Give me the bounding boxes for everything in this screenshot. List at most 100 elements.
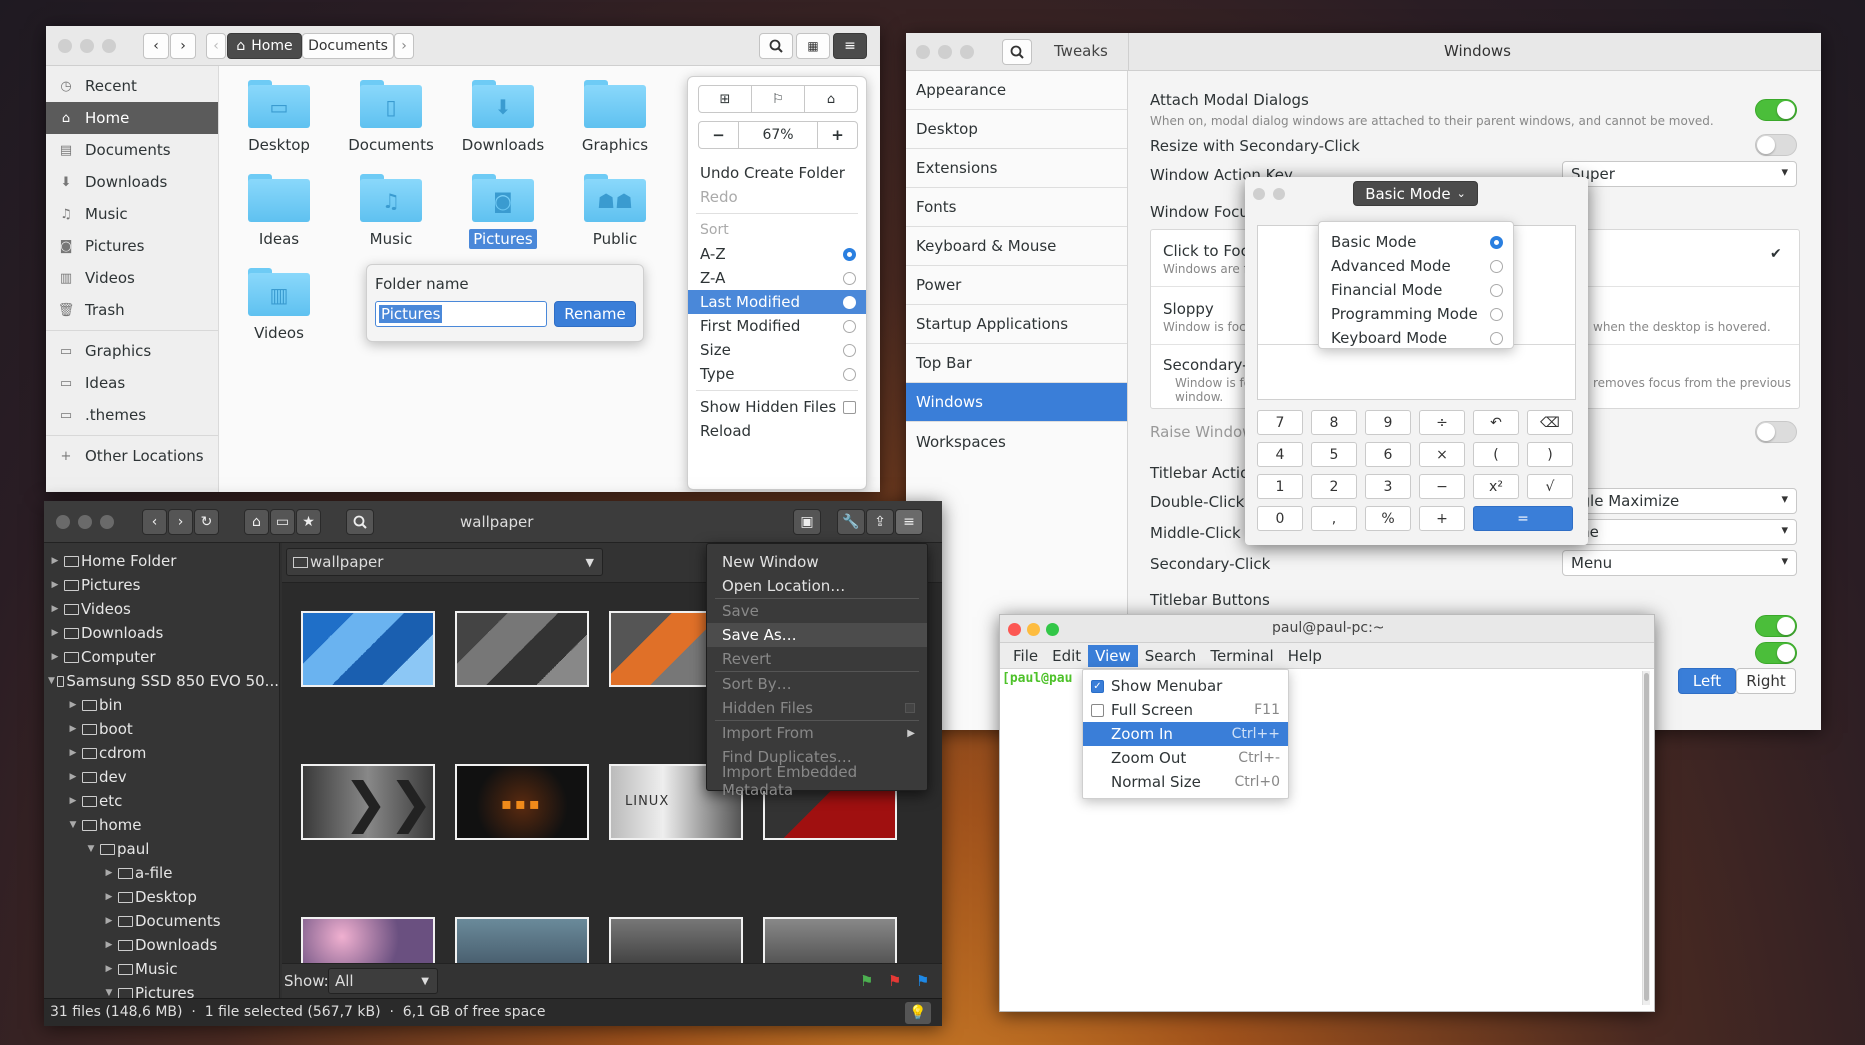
tree-item-dev[interactable]: ▶ dev bbox=[44, 765, 279, 789]
thumbnail[interactable] bbox=[455, 611, 589, 687]
calc-key-seven[interactable]: 7 bbox=[1257, 410, 1303, 435]
tree-item-paul[interactable]: ▼ paul bbox=[44, 837, 279, 861]
rename-button[interactable]: Rename bbox=[554, 301, 636, 327]
menu-open-location[interactable]: Open Location… bbox=[707, 574, 927, 598]
chevron-down-icon[interactable]: ▼ bbox=[84, 844, 98, 854]
menu-sort-by[interactable]: Sort By… bbox=[707, 672, 927, 696]
hamburger-icon[interactable]: ≡ bbox=[895, 509, 923, 535]
mode-advanced[interactable]: Advanced Mode bbox=[1319, 254, 1513, 278]
chevron-right-icon[interactable]: ▶ bbox=[102, 916, 116, 926]
home-icon[interactable]: ⌂ bbox=[244, 509, 269, 535]
calc-key-eight[interactable]: 8 bbox=[1311, 410, 1357, 435]
tree-item-samsung-ssd[interactable]: ▼ Samsung SSD 850 EVO 50... bbox=[44, 669, 279, 693]
thumbnail[interactable] bbox=[301, 611, 435, 687]
breadcrumb-home[interactable]: ⌂ Home bbox=[227, 33, 302, 59]
menubar-view[interactable]: View bbox=[1088, 644, 1138, 667]
tweaks-item-windows[interactable]: Windows bbox=[906, 383, 1127, 422]
folder-videos[interactable]: ▥ Videos bbox=[224, 268, 334, 342]
wrench-icon[interactable]: 🔧 bbox=[837, 509, 865, 535]
chevron-right-icon[interactable]: ▶ bbox=[102, 892, 116, 902]
forward-button[interactable]: › bbox=[170, 33, 196, 59]
search-button[interactable] bbox=[759, 33, 793, 59]
menu-redo[interactable]: Redo bbox=[688, 185, 866, 209]
calc-key-square[interactable]: x² bbox=[1473, 474, 1519, 499]
chevron-right-icon[interactable]: ▶ bbox=[48, 652, 62, 662]
folder-documents[interactable]: ▯ Documents bbox=[336, 80, 446, 154]
folder-pictures[interactable]: ◙ Pictures bbox=[448, 174, 558, 249]
minimize-toggle[interactable] bbox=[1755, 642, 1797, 664]
menu-zoom-out[interactable]: Zoom Out Ctrl+- bbox=[1083, 746, 1288, 770]
menu-new-window[interactable]: New Window bbox=[707, 550, 927, 574]
sidebar-item-ideas[interactable]: ▭ Ideas bbox=[46, 367, 218, 399]
mode-button[interactable]: Basic Mode ⌄ bbox=[1353, 181, 1478, 206]
menu-button[interactable]: ≡ bbox=[833, 33, 867, 59]
zoom-in-button[interactable]: + bbox=[817, 122, 857, 148]
chevron-right-icon[interactable]: ▶ bbox=[102, 868, 116, 878]
menu-save[interactable]: Save bbox=[707, 599, 927, 623]
lightbulb-icon[interactable]: 💡 bbox=[904, 1001, 932, 1025]
double-click-combo[interactable]: ggle Maximize bbox=[1562, 488, 1797, 514]
star-icon[interactable]: ★ bbox=[296, 509, 321, 535]
drive-icon[interactable]: ▭ bbox=[270, 509, 295, 535]
sidebar-item-pictures[interactable]: ◙ Pictures bbox=[46, 230, 218, 262]
thumbnail[interactable] bbox=[301, 917, 435, 963]
calc-key-divide[interactable]: ÷ bbox=[1419, 410, 1465, 435]
thumbnail[interactable] bbox=[455, 917, 589, 963]
sloppy-label[interactable]: Sloppy bbox=[1163, 300, 1214, 318]
menu-full-screen[interactable]: Full Screen F11 bbox=[1083, 698, 1288, 722]
tree-item-computer[interactable]: ▶ Computer bbox=[44, 645, 279, 669]
menu-zoom-in[interactable]: Zoom In Ctrl++ bbox=[1083, 722, 1288, 746]
folder-ideas[interactable]: Ideas bbox=[224, 174, 334, 248]
tree-item-downloads[interactable]: ▶ Downloads bbox=[44, 621, 279, 645]
tweaks-item-power[interactable]: Power bbox=[906, 266, 1127, 305]
menu-show-menubar[interactable]: ✓ Show Menubar bbox=[1083, 674, 1288, 698]
maximize-icon[interactable] bbox=[1046, 623, 1059, 636]
calc-key-nine[interactable]: 9 bbox=[1365, 410, 1411, 435]
thumbnail[interactable]: ▪▪▪ bbox=[455, 764, 589, 840]
menu-revert[interactable]: Revert bbox=[707, 647, 927, 671]
tree-item-a-file[interactable]: ▶ a-file bbox=[44, 861, 279, 885]
chevron-down-icon[interactable]: ▼ bbox=[66, 820, 80, 830]
sort-z-a[interactable]: Z-A bbox=[688, 266, 866, 290]
folder-public[interactable]: ☗☗ Public bbox=[560, 174, 670, 248]
calc-key-open-paren[interactable]: ( bbox=[1473, 442, 1519, 467]
sidebar-item-graphics[interactable]: ▭ Graphics bbox=[46, 335, 218, 367]
minimize-icon[interactable] bbox=[1027, 623, 1040, 636]
forward-button[interactable]: › bbox=[168, 509, 193, 535]
menu-save-as[interactable]: Save As… bbox=[707, 623, 927, 647]
tweaks-item-appearance[interactable]: Appearance bbox=[906, 71, 1127, 110]
bookmark-icon[interactable]: ⚐ bbox=[752, 86, 805, 112]
menu-undo[interactable]: Undo Create Folder bbox=[688, 161, 866, 185]
tweaks-item-extensions[interactable]: Extensions bbox=[906, 149, 1127, 188]
back-button[interactable]: ‹ bbox=[142, 509, 167, 535]
tree-item-bin[interactable]: ▶ bin bbox=[44, 693, 279, 717]
tree-item-pictures[interactable]: ▶ Pictures bbox=[44, 573, 279, 597]
folder-downloads[interactable]: ⬇ Downloads bbox=[448, 80, 558, 154]
menu-import-from[interactable]: Import From ▶ bbox=[707, 721, 927, 745]
tree-item-desktop[interactable]: ▶ Desktop bbox=[44, 885, 279, 909]
attach-modal-toggle[interactable] bbox=[1755, 99, 1797, 121]
menubar-terminal[interactable]: Terminal bbox=[1203, 645, 1280, 667]
calc-key-minus[interactable]: − bbox=[1419, 474, 1465, 499]
mode-financial[interactable]: Financial Mode bbox=[1319, 278, 1513, 302]
tweaks-item-startup[interactable]: Startup Applications bbox=[906, 305, 1127, 344]
window-controls[interactable] bbox=[1253, 186, 1293, 204]
sidebar-item-downloads[interactable]: ⬇ Downloads bbox=[46, 166, 218, 198]
chevron-right-icon[interactable]: ▶ bbox=[48, 580, 62, 590]
action-key-combo[interactable]: Super bbox=[1562, 161, 1797, 187]
chevron-right-icon[interactable]: ▶ bbox=[48, 628, 62, 638]
calc-key-close-paren[interactable]: ) bbox=[1527, 442, 1573, 467]
calc-key-five[interactable]: 5 bbox=[1311, 442, 1357, 467]
calc-key-equals[interactable]: = bbox=[1473, 506, 1573, 531]
window-controls[interactable] bbox=[58, 39, 124, 57]
tree-item-downloads[interactable]: ▶ Downloads bbox=[44, 933, 279, 957]
tree-item-home[interactable]: ▼ home bbox=[44, 813, 279, 837]
sidebar-item-other-locations[interactable]: + Other Locations bbox=[46, 440, 218, 472]
tweaks-item-desktop[interactable]: Desktop bbox=[906, 110, 1127, 149]
share-icon[interactable]: ⇪ bbox=[866, 509, 894, 535]
sidebar-item-themes[interactable]: ▭ .themes bbox=[46, 399, 218, 431]
flag-blue-icon[interactable]: ⚑ bbox=[916, 972, 929, 990]
chevron-right-icon[interactable]: ▶ bbox=[66, 700, 80, 710]
back-button[interactable]: ‹ bbox=[143, 33, 169, 59]
secondary-click-combo[interactable]: Menu bbox=[1562, 550, 1797, 576]
